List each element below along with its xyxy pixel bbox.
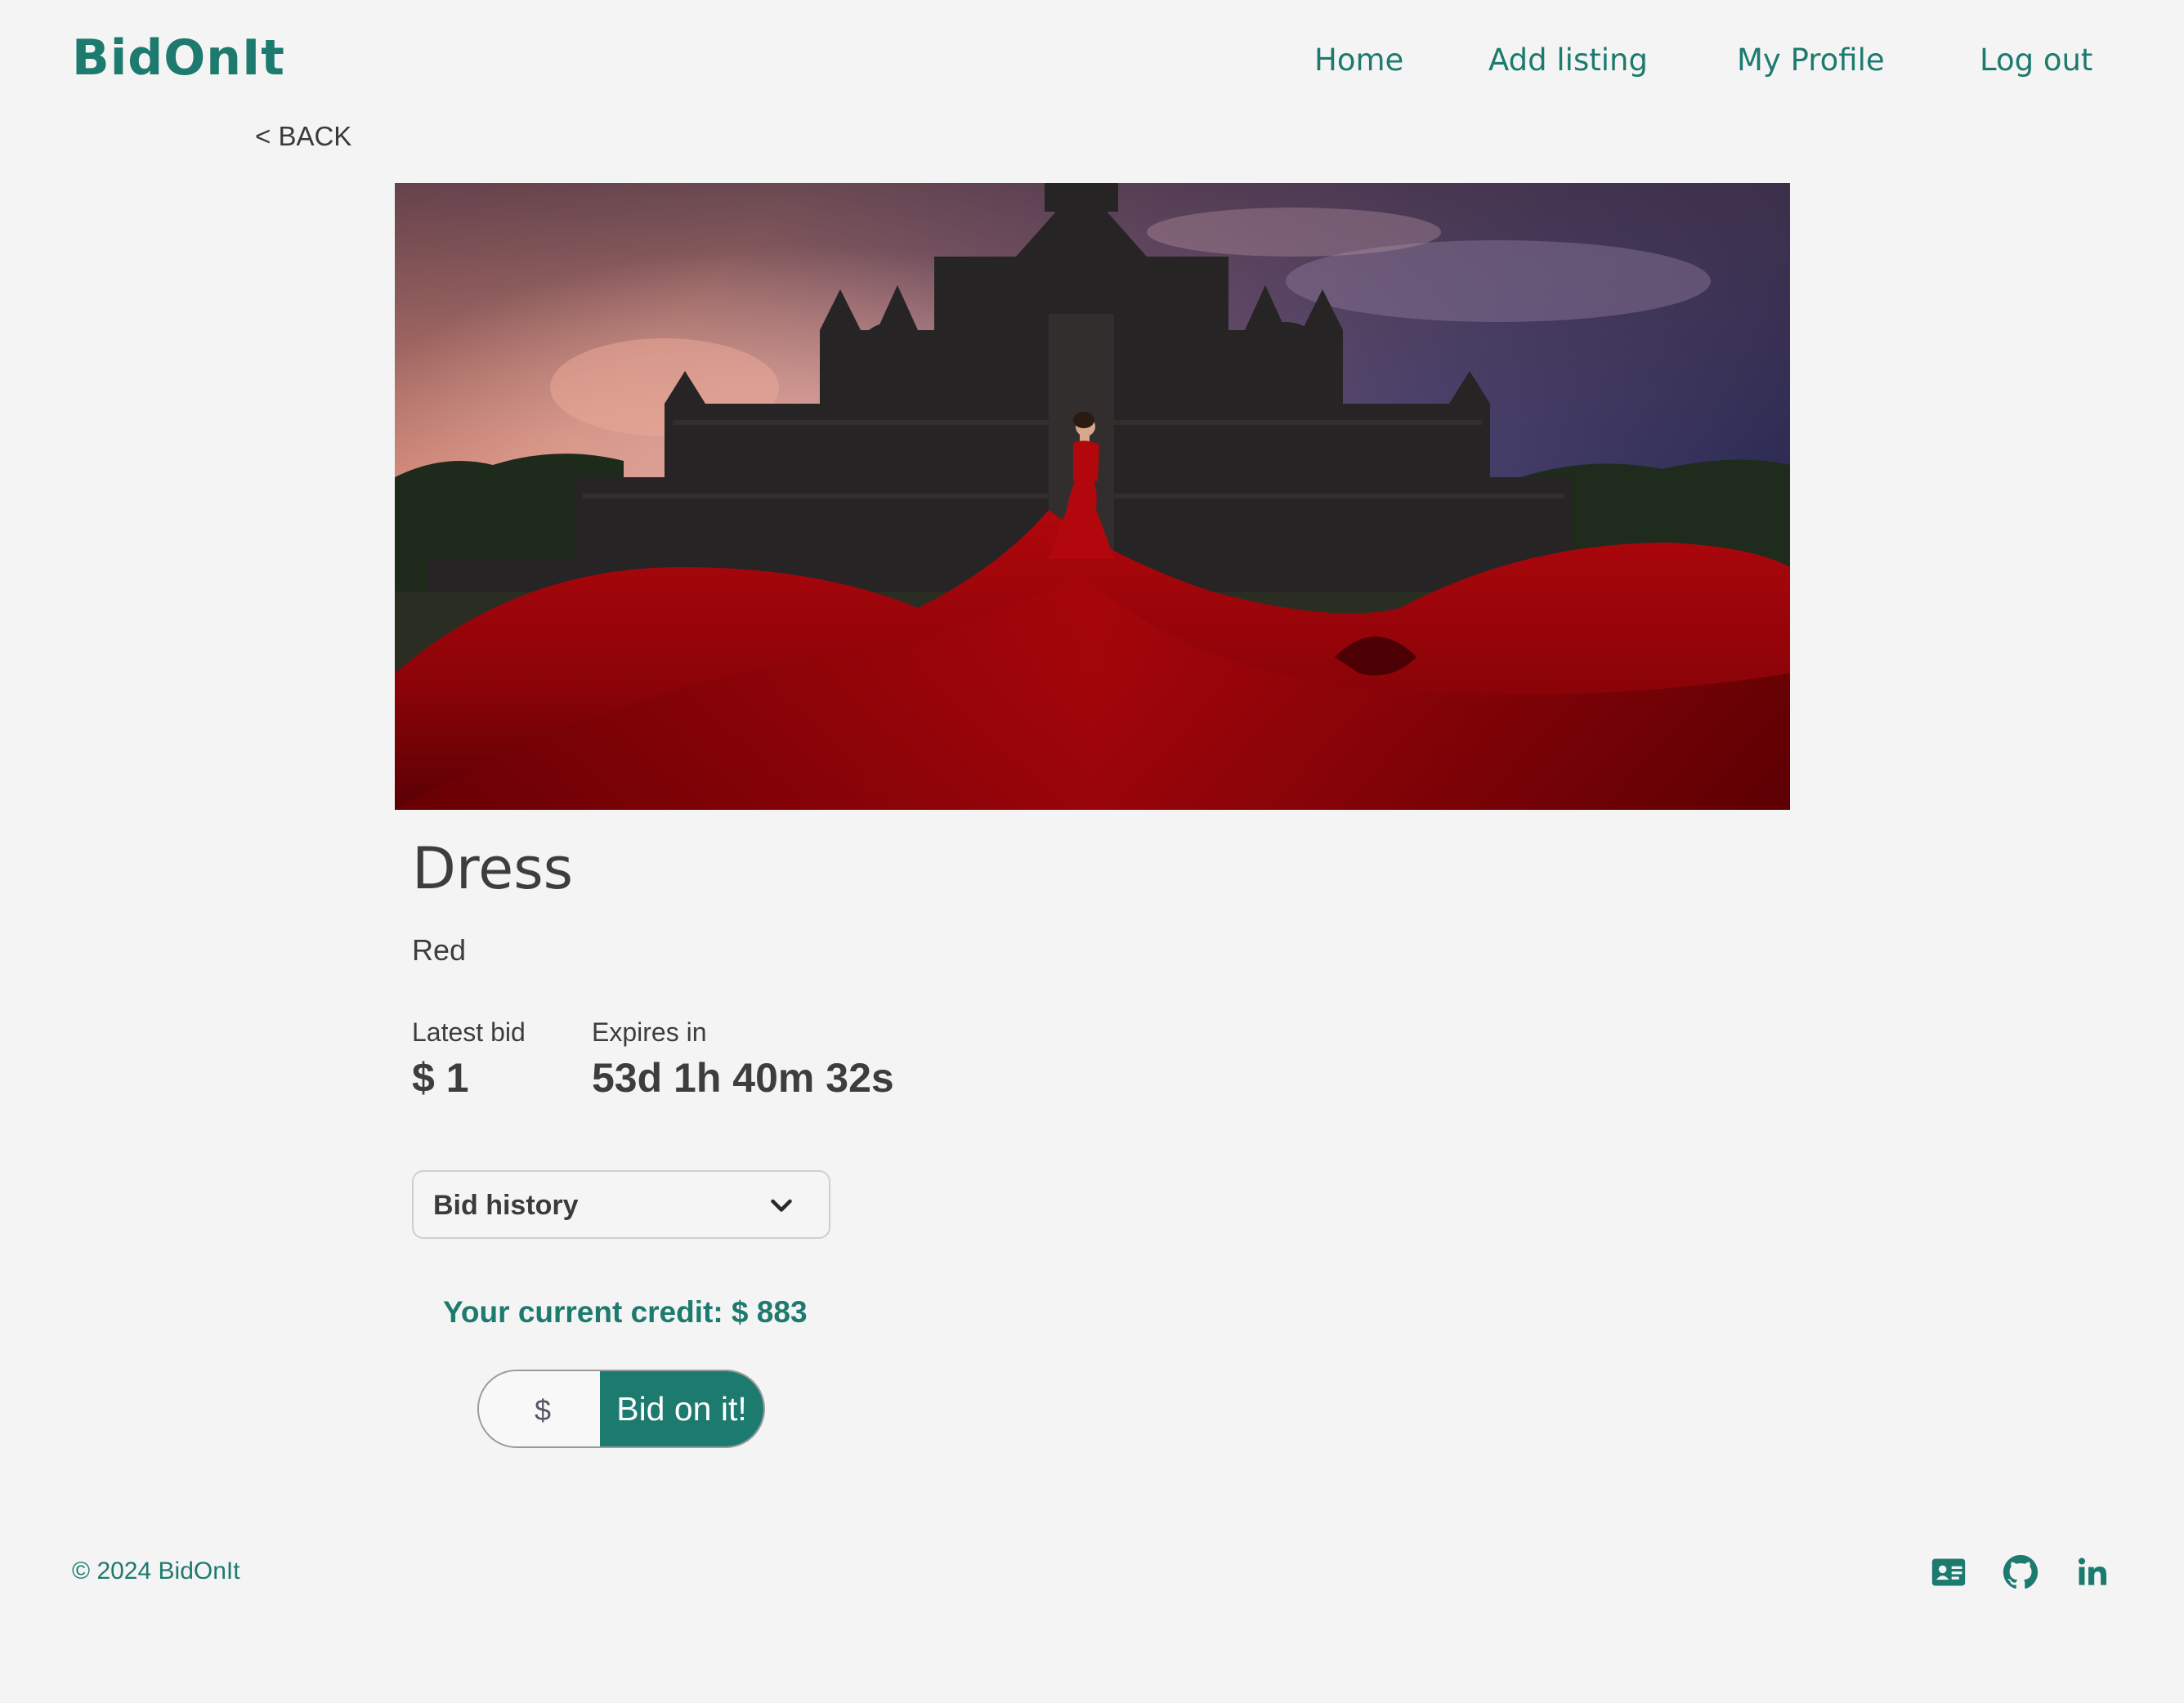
- nav-log-out-link[interactable]: Log out: [1980, 42, 2092, 78]
- current-credit: Your current credit: $ 883: [443, 1295, 808, 1329]
- nav-my-profile-link[interactable]: My Profile: [1737, 42, 1885, 78]
- expires-in-value: 53d 1h 40m 32s: [592, 1055, 894, 1101]
- nav-add-listing-link[interactable]: Add listing: [1488, 42, 1648, 78]
- back-link[interactable]: < BACK: [255, 121, 351, 152]
- bid-history-label: Bid history: [433, 1190, 579, 1221]
- listing-image: [395, 183, 1790, 810]
- bid-on-it-button[interactable]: Bid on it!: [600, 1371, 763, 1446]
- latest-bid-label: Latest bid: [412, 1017, 526, 1047]
- linkedin-icon[interactable]: [2074, 1554, 2110, 1590]
- site-header: BidOnIt Home Add listing My Profile Log …: [0, 0, 2184, 123]
- github-icon[interactable]: [2003, 1554, 2039, 1590]
- contact-card-icon[interactable]: [1931, 1554, 1967, 1590]
- bid-history-dropdown[interactable]: Bid history: [412, 1170, 830, 1239]
- nav-home-link[interactable]: Home: [1314, 42, 1403, 78]
- bid-form: Bid on it!: [477, 1370, 765, 1448]
- latest-bid-value: $ 1: [412, 1055, 469, 1101]
- bid-amount-input[interactable]: [479, 1371, 600, 1446]
- site-logo[interactable]: BidOnIt: [72, 29, 285, 87]
- listing-description: Red: [412, 933, 467, 967]
- footer-copyright: © 2024 BidOnIt: [72, 1558, 240, 1585]
- expires-in-label: Expires in: [592, 1017, 707, 1047]
- listing-title: Dress: [412, 835, 574, 902]
- chevron-down-icon: [771, 1199, 792, 1212]
